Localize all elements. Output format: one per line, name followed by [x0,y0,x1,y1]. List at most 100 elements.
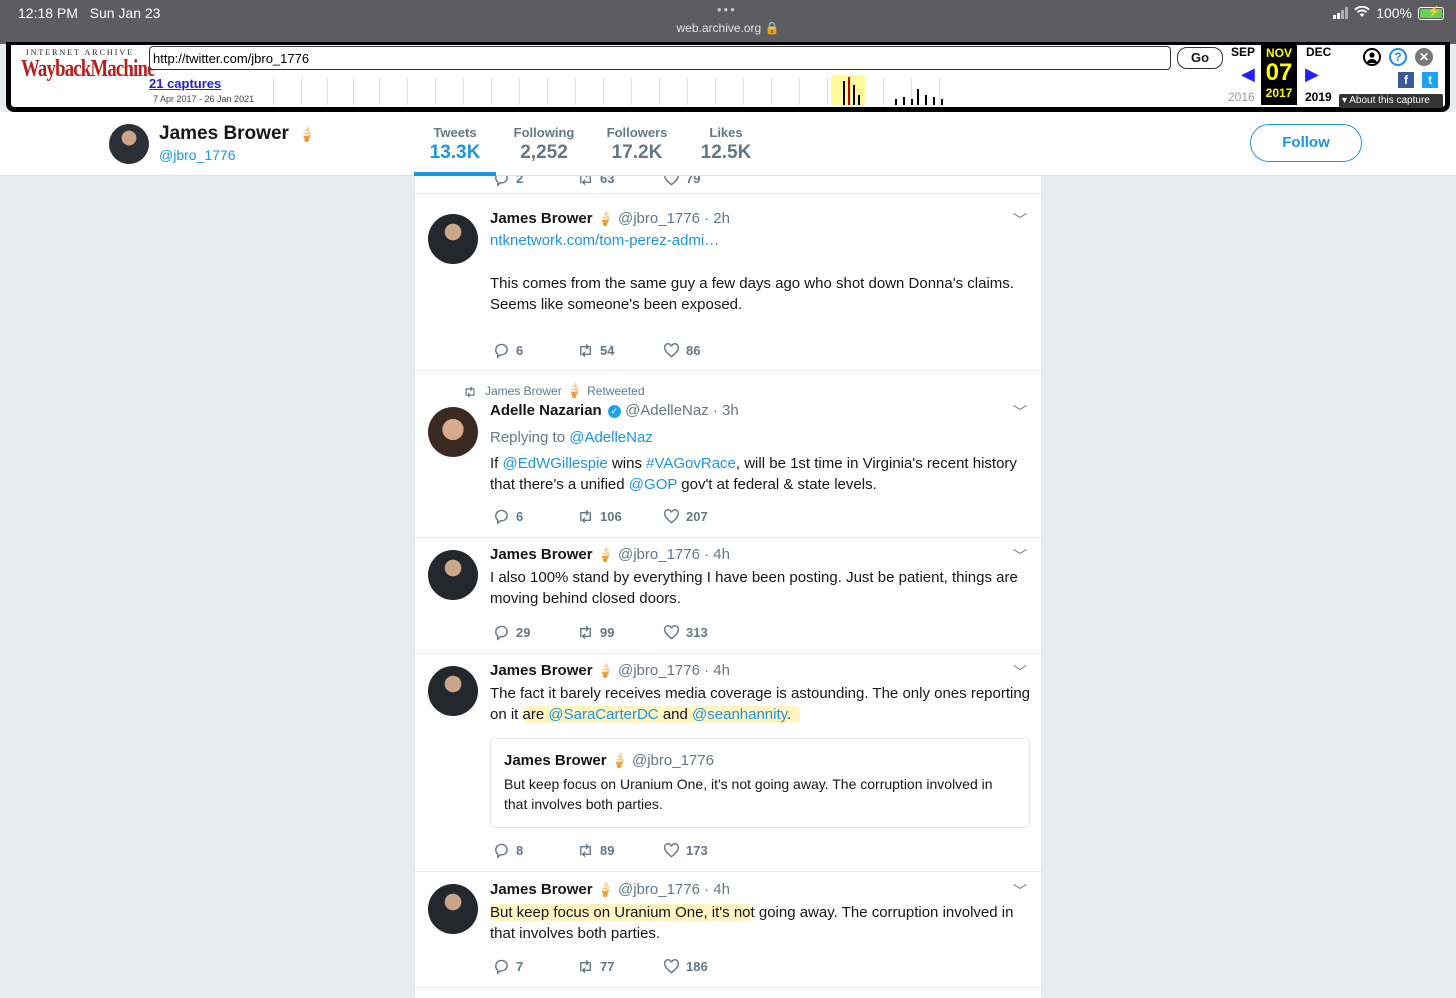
wayback-logo[interactable]: INTERNET ARCHIVE WaybackMachine [21,48,155,81]
reply-button[interactable]: 7 [493,958,577,975]
retweet-button[interactable]: 77 [577,958,663,975]
prev-year-label[interactable]: 2016 [1228,90,1255,104]
user-icon[interactable] [1363,48,1381,66]
reply-icon [495,176,508,187]
tweet-link[interactable]: ntknetwork.com/tom-perez-admi… [490,230,1035,251]
follow-button[interactable]: Follow [1250,124,1362,162]
mention-link[interactable]: @SaraCarterDC [548,706,658,723]
ice-cream-icon: 🍦 [596,210,614,226]
ice-cream-icon: 🍦 [610,752,628,768]
tweet-card[interactable]: James Brower 🍦 @jbro_1776 · 4h ﹀ But keep … [415,872,1041,988]
replying-to: Replying to @AdelleNaz [490,429,653,446]
reply-icon [495,343,508,359]
about-capture-button[interactable]: ▾ About this capture [1339,94,1443,108]
capture-sparkline[interactable] [267,73,957,107]
tweet-actions: 6 54 86 [493,342,700,359]
like-button[interactable]: 313 [663,624,708,641]
battery-icon: ⚡ [1418,6,1444,20]
avatar[interactable] [428,550,478,600]
tab-followers[interactable]: Followers 17.2K [603,125,671,164]
chevron-down-icon[interactable]: ﹀ [1013,881,1027,901]
reply-icon [495,509,508,525]
reply-button[interactable]: 6 [493,508,577,525]
avatar[interactable] [428,407,478,457]
heart-icon [663,176,680,186]
close-icon[interactable]: ✕ [1415,48,1433,66]
prev-capture-arrow-icon[interactable]: ◀ [1241,64,1255,85]
retweet-icon [580,625,591,640]
help-icon[interactable]: ? [1389,48,1407,66]
mention-link[interactable]: @GOP [629,476,677,493]
status-indicators: 100% ⚡ [1333,5,1444,21]
avatar[interactable] [428,666,478,716]
next-year-label[interactable]: 2019 [1305,90,1332,104]
wayback-toolbar: INTERNET ARCHIVE WaybackMachine Go 21 ca… [6,42,1450,112]
tweet-header: James Brower 🍦 @jbro_1776 · 4h [490,881,730,898]
profile-handle[interactable]: @jbro_1776 [159,147,236,163]
retweet-button[interactable]: 63 [577,176,663,187]
reply-button[interactable]: 29 [493,624,577,641]
reply-button[interactable]: 8 [493,842,577,859]
retweet-button[interactable]: 99 [577,624,663,641]
avatar[interactable] [428,884,478,934]
chevron-down-icon[interactable]: ﹀ [1013,546,1027,566]
tab-following[interactable]: Following 2,252 [510,125,578,164]
tweet-card[interactable]: James Brower 🍦 @jbro_1776 · 4h ﹀ I also 10… [415,538,1041,654]
address-url[interactable]: web.archive.org 🔒 [0,21,1456,35]
tweet-timeline[interactable]: 2 63 79 James Brower 🍦 @jbro_1776 · 2h ﹀ n… [414,176,1042,998]
twitter-icon[interactable]: t [1422,72,1438,88]
share-icons: f t [1398,72,1438,88]
like-button[interactable]: 173 [663,842,708,859]
chevron-down-icon[interactable]: ﹀ [1013,402,1027,422]
retweet-icon [465,386,475,398]
wifi-icon [1354,5,1370,21]
tweet-card[interactable]: James Brower 🍦 Retweeted Adelle Nazarian ✓… [415,371,1041,538]
retweet-button[interactable]: 106 [577,508,663,525]
tab-likes[interactable]: Likes 12.5K [697,125,755,164]
retweet-button[interactable]: 54 [577,342,663,359]
ice-cream-icon: 🍦 [596,546,614,562]
verified-icon: ✓ [607,404,621,418]
reply-button[interactable]: 6 [493,342,577,359]
avatar[interactable] [428,214,478,264]
tweet-card[interactable]: James Brower 🍦 @jbro_1776 · 4h ﹀ The fact … [415,654,1041,872]
heart-icon [663,959,680,974]
quoted-tweet[interactable]: James Brower 🍦 @jbro_1776 But keep focus o… [490,738,1030,828]
mention-link[interactable]: @EdWGillespie [503,455,608,472]
avatar[interactable] [109,124,149,164]
chevron-down-icon[interactable]: ﹀ [1013,662,1027,682]
multitask-dots-icon[interactable]: ••• [717,2,737,17]
tweet-card[interactable]: 2 63 79 [415,176,1041,194]
profile-name[interactable]: James Brower 🍦 [159,123,320,145]
reply-button[interactable]: 2 [493,176,577,187]
mention-link[interactable]: @seanhannity [692,706,787,723]
retweet-button[interactable]: 89 [577,842,663,859]
wayback-url-input[interactable] [149,46,1171,70]
heart-icon [663,343,680,358]
next-month-label[interactable]: DEC [1306,45,1331,59]
like-button[interactable]: 86 [663,342,700,359]
retweet-icon [580,959,591,974]
tweet-header: James Brower 🍦 @jbro_1776 · 4h [490,546,730,563]
tweet-text: The fact it barely receives media covera… [490,685,1031,723]
mention-link[interactable]: @AdelleNaz [569,429,653,446]
chevron-down-icon[interactable]: ﹀ [1013,210,1027,230]
highlight-mark: But keep focus on Uranium One, it's no [490,904,751,921]
hashtag-link[interactable]: #VAGovRace [646,455,736,472]
tweet-header: Adelle Nazarian ✓ @AdelleNaz · 3h [490,402,739,419]
tab-tweets[interactable]: Tweets 13.3K [426,125,484,164]
next-capture-arrow-icon[interactable]: ▶ [1305,64,1319,85]
tweet-card[interactable]: James Brower 🍦 @jbro_1776 · 2h ﹀ ntknetwor… [415,194,1041,371]
go-button[interactable]: Go [1177,47,1223,69]
prev-month-label[interactable]: SEP [1231,45,1255,59]
current-capture-date: NOV 07 2017 [1261,45,1297,105]
battery-percent: 100% [1376,5,1412,21]
tweet-text: If @EdWGillespie wins #VAGovRace, will b… [490,455,1017,493]
like-button[interactable]: 79 [663,176,700,187]
like-button[interactable]: 207 [663,508,708,525]
like-button[interactable]: 186 [663,958,708,975]
tweet-text: I also 100% stand by everything I have b… [490,569,1018,607]
ice-cream-icon: 🍦 [596,662,614,678]
facebook-icon[interactable]: f [1398,72,1414,88]
captures-link[interactable]: 21 captures [149,76,221,91]
